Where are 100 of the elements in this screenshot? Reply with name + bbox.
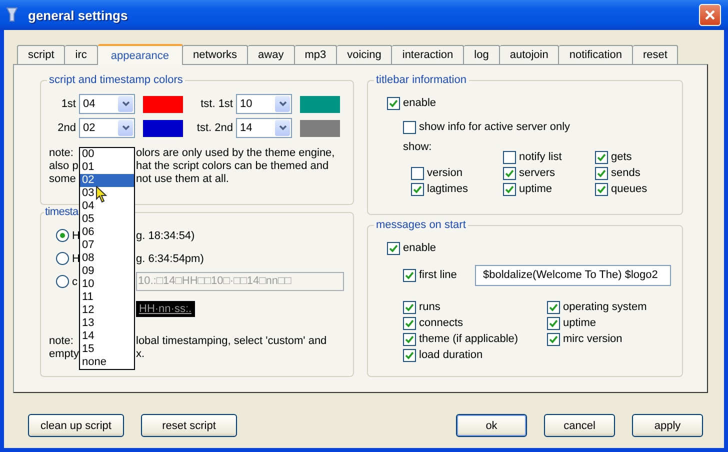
checkbox[interactable] bbox=[387, 242, 400, 254]
group-title: messages on start bbox=[375, 219, 467, 231]
chevron-icon bbox=[118, 120, 133, 136]
dropdown-option[interactable]: 07 bbox=[80, 239, 134, 252]
dropdown-option[interactable]: 01 bbox=[80, 161, 134, 174]
dropdown-field[interactable]: 10 bbox=[236, 94, 292, 114]
tab[interactable]: networks bbox=[183, 45, 248, 64]
dropdown-option[interactable]: 00 bbox=[80, 148, 134, 161]
checkbox[interactable] bbox=[547, 300, 560, 314]
checkbox-label: servers bbox=[519, 167, 556, 179]
radio-label: c bbox=[72, 276, 78, 288]
dropdown-option[interactable]: 15 bbox=[80, 343, 134, 356]
checkbox[interactable] bbox=[595, 182, 608, 196]
checkbox[interactable] bbox=[403, 300, 416, 314]
field-label: tst. 1st bbox=[200, 98, 234, 110]
dropdown-option[interactable]: 13 bbox=[80, 317, 134, 330]
action-button[interactable]: apply bbox=[632, 414, 703, 437]
action-button[interactable]: ok bbox=[456, 414, 527, 437]
checkbox[interactable] bbox=[595, 150, 608, 164]
note-text: x. bbox=[136, 348, 145, 361]
color-swatch[interactable] bbox=[143, 96, 183, 112]
tab[interactable]: notification bbox=[559, 45, 633, 64]
chevron-icon bbox=[275, 96, 290, 112]
tab[interactable]: away bbox=[248, 45, 295, 64]
checkbox-label: version bbox=[427, 167, 462, 179]
note-text: olors are only used by the theme engine, bbox=[136, 147, 335, 160]
checkbox[interactable] bbox=[411, 166, 424, 180]
checkbox-label: notify list bbox=[519, 151, 562, 163]
dropdown-option[interactable]: 11 bbox=[80, 291, 134, 304]
checkbox[interactable] bbox=[403, 316, 416, 330]
note-text: some bbox=[49, 173, 77, 186]
tab[interactable]: reset bbox=[632, 45, 678, 64]
color-swatch[interactable] bbox=[143, 120, 183, 136]
dropdown-option[interactable]: 03 bbox=[80, 187, 134, 200]
action-button[interactable]: clean up script bbox=[28, 414, 124, 437]
checkbox-label: first line bbox=[419, 269, 457, 281]
checkbox[interactable] bbox=[547, 332, 560, 346]
dropdown-option[interactable]: 02 bbox=[80, 174, 134, 187]
radio-button[interactable] bbox=[56, 252, 69, 265]
dropdown-field[interactable]: 04 bbox=[79, 94, 135, 114]
checkbox[interactable] bbox=[403, 332, 416, 346]
tab[interactable]: autojoin bbox=[500, 45, 560, 64]
checkbox-label: operating system bbox=[563, 301, 647, 313]
checkbox-label: load duration bbox=[419, 349, 483, 361]
close-icon bbox=[704, 9, 716, 21]
color-swatch[interactable] bbox=[300, 120, 340, 136]
dropdown-option[interactable]: 14 bbox=[80, 330, 134, 343]
checkbox[interactable] bbox=[403, 268, 416, 282]
dropdown-option[interactable]: 06 bbox=[80, 226, 134, 239]
tab[interactable]: script bbox=[17, 45, 66, 64]
close-button[interactable] bbox=[699, 4, 721, 26]
note-text: lobal timestamping, select 'custom' and bbox=[136, 335, 327, 348]
checkbox[interactable] bbox=[595, 166, 608, 180]
section-label: show: bbox=[403, 141, 433, 154]
checkbox[interactable] bbox=[547, 316, 560, 330]
dropdown-option[interactable]: 05 bbox=[80, 213, 134, 226]
checkbox[interactable] bbox=[503, 182, 516, 196]
checkbox-label: sends bbox=[611, 167, 640, 179]
checkbox-label: lagtimes bbox=[427, 183, 468, 195]
chevron-icon bbox=[275, 120, 290, 136]
checkbox[interactable] bbox=[387, 96, 400, 110]
checkbox[interactable] bbox=[503, 150, 516, 164]
checkbox-label: gets bbox=[611, 151, 632, 163]
radio-label: g. 18:34:54) bbox=[136, 230, 195, 242]
tab[interactable]: voicing bbox=[337, 45, 392, 64]
radio-label: g. 6:34:54pm) bbox=[136, 252, 204, 264]
tab[interactable]: irc bbox=[65, 45, 98, 64]
color-swatch[interactable] bbox=[300, 96, 340, 112]
dropdown-option[interactable]: 04 bbox=[80, 200, 134, 213]
tab[interactable]: appearance bbox=[98, 44, 183, 65]
field-label: 2nd bbox=[56, 122, 77, 134]
checkbox[interactable] bbox=[411, 182, 424, 196]
dropdown-option[interactable]: 09 bbox=[80, 265, 134, 278]
text-field[interactable]: $boldalize(Welcome To The) $logo2 bbox=[475, 264, 671, 286]
dropdown-option[interactable]: 10 bbox=[80, 278, 134, 291]
action-button[interactable]: cancel bbox=[544, 414, 615, 437]
checkbox-label: runs bbox=[419, 301, 440, 313]
dropdown-field[interactable]: 02 bbox=[79, 118, 135, 138]
checkbox-label: enable bbox=[403, 97, 436, 109]
checkbox[interactable] bbox=[403, 348, 416, 362]
checkbox-label: show info for active server only bbox=[419, 121, 570, 133]
note-text: hat the script colors can be themed and bbox=[136, 160, 329, 173]
tab[interactable]: interaction bbox=[392, 45, 464, 64]
dropdown-option[interactable]: 08 bbox=[80, 252, 134, 265]
checkbox-label: enable bbox=[403, 242, 436, 254]
checkbox[interactable] bbox=[403, 120, 416, 134]
radio-button[interactable] bbox=[56, 275, 69, 288]
radio-button[interactable] bbox=[56, 229, 69, 242]
tab[interactable]: mp3 bbox=[294, 45, 338, 64]
group-title: timesta bbox=[44, 206, 80, 218]
action-button[interactable]: reset script bbox=[141, 414, 237, 437]
dropdown-field[interactable]: 14 bbox=[236, 118, 292, 138]
radio-label: H bbox=[72, 230, 80, 242]
checkbox-label: theme (if applicable) bbox=[419, 333, 518, 345]
tab[interactable]: log bbox=[464, 45, 500, 64]
checkbox[interactable] bbox=[503, 166, 516, 180]
note-text: not use them at all. bbox=[136, 173, 229, 186]
note-text: empty bbox=[49, 348, 79, 361]
dropdown-option[interactable]: 12 bbox=[80, 304, 134, 317]
dropdown-option[interactable]: none bbox=[80, 356, 134, 369]
